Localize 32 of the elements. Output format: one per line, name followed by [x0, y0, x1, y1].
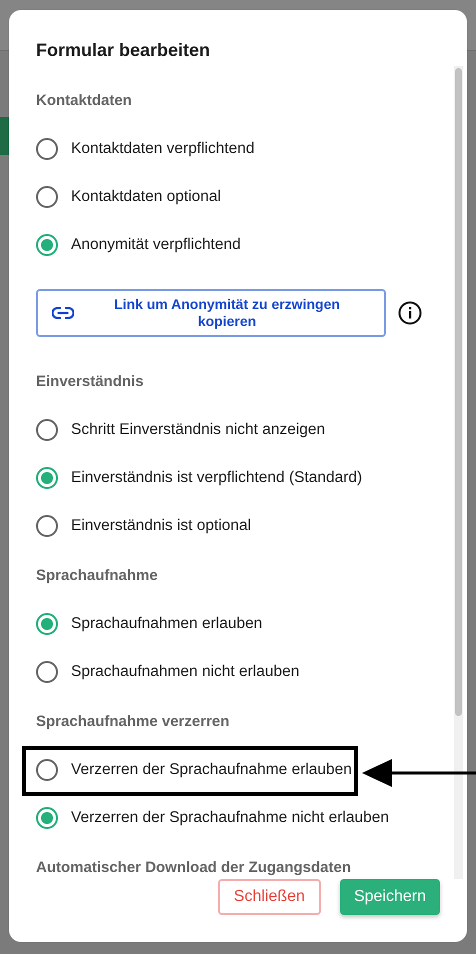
link-icon — [52, 307, 74, 319]
section-heading: Einverständnis — [36, 372, 144, 390]
section-heading: Automatischer Download der Zugangsdaten — [36, 858, 352, 876]
option-label: Einverständnis ist optional — [71, 517, 252, 535]
copy-link-button[interactable]: Link um Anonymität zu erzwingen kopieren — [36, 289, 386, 337]
section-heading: Sprachaufnahme verzerren — [36, 712, 230, 730]
dialog-title: Formular bearbeiten — [36, 39, 212, 62]
option-label: Sprachaufnahmen nicht erlauben — [71, 663, 300, 681]
radio-button[interactable] — [36, 234, 58, 256]
save-button[interactable]: Speichern — [340, 879, 440, 915]
radio-button[interactable] — [36, 419, 58, 441]
scrollbar[interactable] — [454, 66, 463, 879]
radio-button[interactable] — [36, 138, 58, 160]
info-icon[interactable] — [398, 301, 422, 325]
option-label: Anonymität verpflichtend — [71, 236, 241, 254]
option-label: Einverständnis ist verpflichtend (Standard) — [71, 469, 362, 487]
section-heading: Sprachaufnahme — [36, 566, 158, 584]
option-label: Sprachaufnahmen erlauben — [71, 615, 262, 633]
option-label: Verzerren der Sprachaufnahme erlauben — [71, 761, 352, 779]
option-label: Kontaktdaten optional — [71, 188, 221, 206]
radio-button[interactable] — [36, 661, 58, 683]
radio-button[interactable] — [36, 186, 58, 208]
close-button[interactable]: Schließen — [218, 879, 321, 915]
radio-button[interactable] — [36, 613, 58, 635]
radio-button[interactable] — [36, 515, 58, 537]
option-label: Schritt Einverständnis nicht anzeigen — [71, 421, 326, 439]
radio-button[interactable] — [36, 467, 58, 489]
radio-button[interactable] — [36, 759, 58, 781]
option-label: Verzerren der Sprachaufnahme nicht erlauben — [71, 809, 389, 827]
radio-button[interactable] — [36, 807, 58, 829]
section-heading: Kontaktdaten — [36, 92, 132, 108]
option-label: Kontaktdaten verpflichtend — [71, 140, 255, 158]
